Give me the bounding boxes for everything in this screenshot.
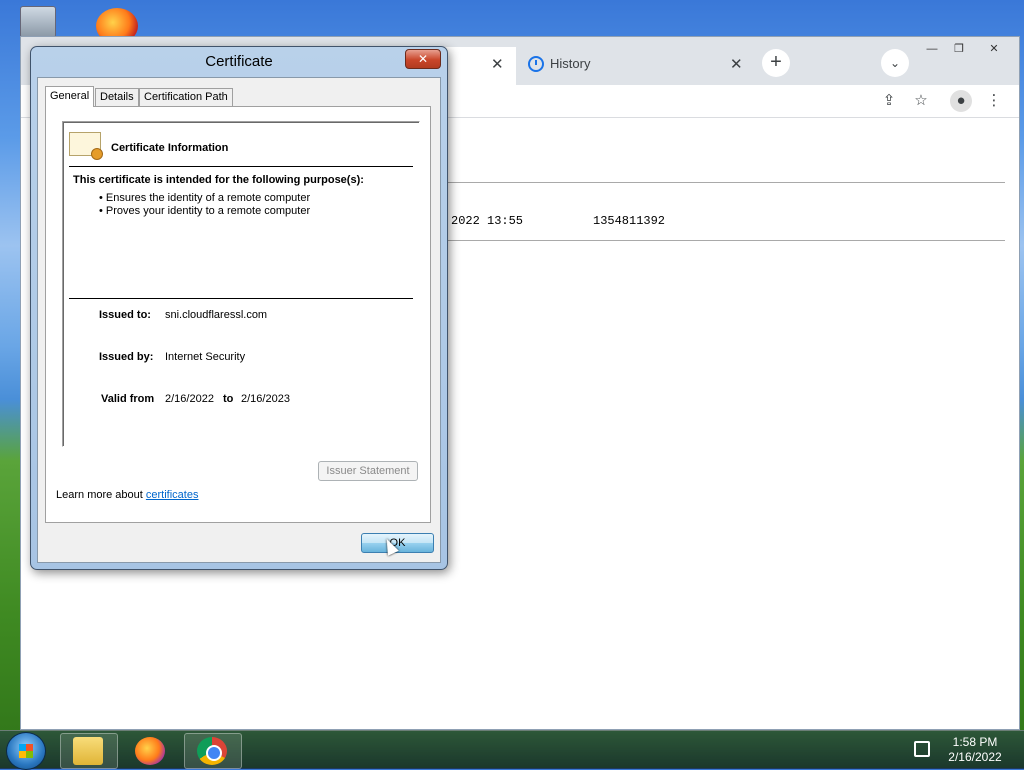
certificate-info-box: Certificate Information This certificate…: [62, 121, 420, 447]
restore-button[interactable]: ❐: [946, 41, 972, 57]
valid-to-value: 2/16/2023: [241, 393, 290, 405]
divider: [69, 298, 413, 299]
history-icon: [528, 56, 544, 72]
firefox-icon: [135, 737, 165, 765]
valid-to-label: to: [223, 393, 234, 405]
new-tab-button[interactable]: +: [762, 49, 790, 77]
tab-history[interactable]: History ✕: [516, 47, 750, 85]
tab-history-label: History: [550, 56, 591, 71]
issuer-statement-button[interactable]: Issuer Statement: [318, 461, 418, 481]
learn-more-text: Learn more about certificates: [56, 489, 199, 501]
taskbar: 1:58 PM 2/16/2022: [0, 730, 1024, 770]
valid-from-label: Valid from: [101, 393, 155, 405]
close-icon[interactable]: ✕: [405, 49, 441, 69]
tab-general[interactable]: General: [45, 86, 95, 107]
taskbar-file-explorer[interactable]: [60, 733, 118, 769]
minimize-button[interactable]: —: [919, 41, 945, 57]
certificate-icon: [69, 132, 103, 160]
menu-icon[interactable]: ⋮: [983, 90, 1005, 112]
tab-certification-path[interactable]: Certification Path: [139, 88, 233, 106]
profile-icon[interactable]: ●: [950, 90, 972, 112]
issued-by-label: Issued by:: [99, 351, 154, 363]
valid-from-value: 2/16/2022: [165, 393, 214, 405]
certificate-dialog: Certificate ✕ General Details Certificat…: [30, 46, 448, 570]
issued-to-value: sni.cloudflaressl.com: [165, 309, 268, 321]
history-row-time: 2022 13:55: [451, 214, 524, 228]
divider: [441, 240, 1005, 241]
dialog-body: General Details Certification Path Certi…: [37, 77, 441, 563]
system-clock[interactable]: 1:58 PM 2/16/2022: [940, 735, 1010, 765]
taskbar-chrome[interactable]: [184, 733, 242, 769]
tab-details[interactable]: Details: [95, 88, 139, 106]
certificates-link[interactable]: certificates: [146, 489, 199, 501]
info-heading: Certificate Information: [111, 142, 229, 154]
taskbar-firefox[interactable]: [122, 733, 180, 769]
dialog-title: Certificate: [205, 53, 273, 70]
bookmark-star-icon[interactable]: ☆: [910, 90, 932, 112]
network-icon[interactable]: [914, 741, 930, 757]
close-window-button[interactable]: ✕: [981, 41, 1007, 57]
tab-search-button[interactable]: ⌄: [881, 49, 909, 77]
divider: [69, 166, 413, 167]
issued-to-label: Issued to:: [99, 309, 151, 321]
close-tab-icon[interactable]: ✕: [491, 55, 504, 73]
start-button[interactable]: [6, 732, 46, 770]
purpose-item: • Proves your identity to a remote compu…: [99, 205, 311, 217]
close-tab-icon[interactable]: ✕: [730, 55, 743, 73]
general-panel: Certificate Information This certificate…: [45, 106, 431, 523]
recycle-bin-icon[interactable]: [20, 6, 56, 38]
clock-date: 2/16/2022: [948, 750, 1002, 764]
clock-time: 1:58 PM: [952, 735, 998, 749]
share-icon[interactable]: ⇪: [878, 90, 900, 112]
history-row-value: 1354811392: [593, 214, 666, 228]
purpose-heading: This certificate is intended for the fol…: [73, 174, 364, 186]
file-explorer-icon: [73, 737, 103, 765]
purpose-item: • Ensures the identity of a remote compu…: [99, 192, 311, 204]
divider: [441, 182, 1005, 183]
chrome-icon: [197, 737, 227, 765]
issued-by-value: Internet Security: [165, 351, 246, 363]
